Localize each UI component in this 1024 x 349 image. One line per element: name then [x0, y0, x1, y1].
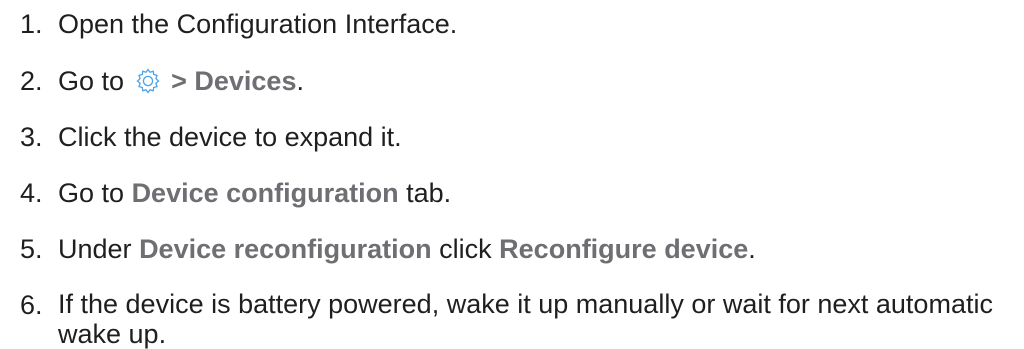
- menu-separator: >: [171, 66, 187, 96]
- step-text: If the device is battery powered, wake i…: [58, 289, 993, 349]
- step-text: Go to Device configuration tab.: [58, 177, 998, 209]
- step-number: 3.: [20, 122, 43, 152]
- gear-icon: [134, 67, 162, 95]
- step-number: 6.: [20, 290, 43, 320]
- step-number: 2.: [20, 66, 43, 96]
- step-text: Go to > Devices.: [58, 65, 998, 97]
- ui-device-reconfiguration-section: Device reconfiguration: [139, 234, 432, 264]
- step-number: 4.: [20, 178, 43, 208]
- step-suffix: tab.: [406, 178, 452, 208]
- step-prefix: Go to: [58, 66, 125, 96]
- step-number: 1.: [20, 9, 43, 39]
- step-text: Under Device reconfiguration click Recon…: [58, 233, 998, 265]
- ui-devices-label: Devices: [194, 66, 297, 96]
- ui-reconfigure-device-button: Reconfigure device: [499, 234, 749, 264]
- step-prefix: Go to: [58, 178, 125, 208]
- ui-device-configuration-tab: Device configuration: [131, 178, 399, 208]
- step-suffix: .: [296, 66, 304, 96]
- step-prefix: Under: [58, 234, 132, 264]
- step-suffix: .: [748, 234, 756, 264]
- step-text: Open the Configuration Interface.: [58, 9, 458, 39]
- step-text: Click the device to expand it.: [58, 122, 402, 152]
- step-middle: click: [439, 234, 492, 264]
- step-number: 5.: [20, 234, 43, 264]
